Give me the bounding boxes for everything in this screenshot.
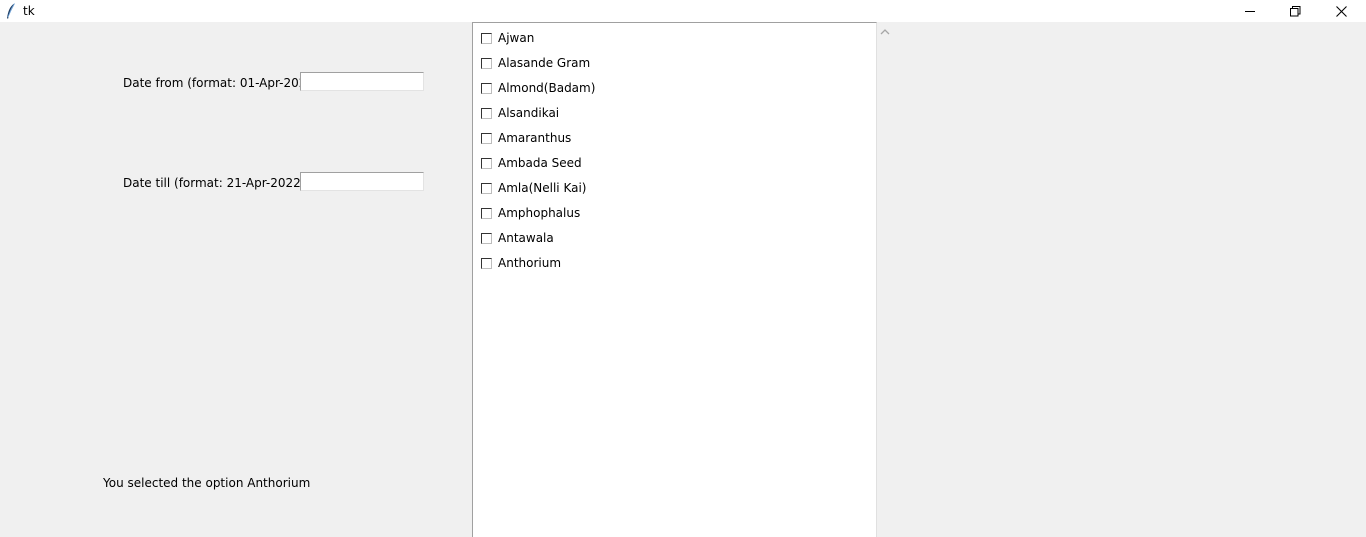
option-checkbox[interactable] [481,257,492,269]
option-label: Amaranthus [498,131,572,145]
close-icon [1335,5,1347,17]
option-checkbox[interactable] [481,132,492,144]
option-checkbox[interactable] [481,57,492,69]
date-till-input[interactable] [300,172,424,191]
window-title: tk [23,4,35,18]
option-item[interactable]: Almond(Badam) [481,79,595,97]
option-item[interactable]: Ambada Seed [481,154,582,172]
minimize-icon [1244,10,1255,12]
restore-icon [1289,5,1300,16]
option-label: Amla(Nelli Kai) [498,181,587,195]
option-label: Anthorium [498,256,562,270]
close-button[interactable] [1318,0,1364,22]
date-from-label: Date from (format: 01-Apr-2022) [123,76,319,90]
option-label: Alsandikai [498,106,560,120]
chevron-up-icon [880,29,890,35]
option-item[interactable]: Alasande Gram [481,54,590,72]
option-item[interactable]: Amaranthus [481,129,571,147]
option-label: Amphophalus [498,206,581,220]
option-checkbox[interactable] [481,82,492,94]
option-checkbox[interactable] [481,32,492,44]
option-item[interactable]: Anthorium [481,254,561,272]
option-label: Almond(Badam) [498,81,596,95]
title-bar: tk [0,0,1366,22]
options-list[interactable]: Ajwan Alasande Gram Almond(Badam) Alsand… [472,22,877,537]
option-label: Alasande Gram [498,56,591,70]
option-label: Ajwan [498,31,535,45]
minimize-button[interactable] [1227,0,1273,22]
option-label: Antawala [498,231,554,245]
date-from-input[interactable] [300,72,424,91]
option-item[interactable]: Alsandikai [481,104,559,122]
option-item[interactable]: Amphophalus [481,204,580,222]
option-checkbox[interactable] [481,207,492,219]
date-till-label: Date till (format: 21-Apr-2022) [123,176,306,190]
selection-status: You selected the option Anthorium [103,476,311,490]
option-item[interactable]: Antawala [481,229,554,247]
option-checkbox[interactable] [481,157,492,169]
option-label: Ambada Seed [498,156,582,170]
option-checkbox[interactable] [481,232,492,244]
option-checkbox[interactable] [481,182,492,194]
restore-button[interactable] [1272,0,1318,22]
option-item[interactable]: Amla(Nelli Kai) [481,179,586,197]
option-item[interactable]: Ajwan [481,29,534,47]
tk-feather-icon [5,3,17,19]
scroll-up-button[interactable] [878,26,892,36]
option-checkbox[interactable] [481,107,492,119]
